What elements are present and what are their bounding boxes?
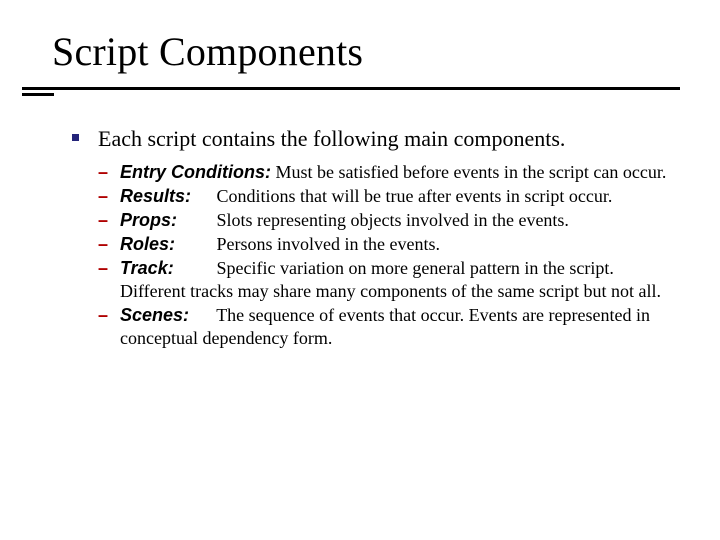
dash-icon: – [98,257,108,280]
sub-bullet: – Track: Specific variation on more gene… [98,257,670,303]
definition: Must be satisfied before events in the s… [276,162,667,182]
term: Track [120,258,168,278]
sub-bullet: – Entry Conditions: Must be satisfied be… [98,161,670,184]
title-underline [52,83,680,95]
dash-icon: – [98,304,108,327]
definition: Conditions that will be true after event… [217,186,613,206]
definition: Slots representing objects involved in t… [217,210,569,230]
sub-bullet: – Props: Slots representing objects invo… [98,209,670,232]
sub-bullet: – Roles: Persons involved in the events. [98,233,670,256]
square-bullet-icon [72,134,79,141]
sub-bullet: – Scenes: The sequence of events that oc… [98,304,670,350]
dash-icon: – [98,185,108,208]
dash-icon: – [98,233,108,256]
slide-title: Script Components [52,28,680,75]
sub-bullet-list: – Entry Conditions: Must be satisfied be… [72,161,670,350]
definition: Persons involved in the events. [217,234,440,254]
term: Scenes [120,305,183,325]
bullet-level1-text: Each script contains the following main … [98,126,565,151]
term: Entry Conditions [120,162,265,182]
term: Roles [120,234,169,254]
term: Props [120,210,171,230]
term: Results [120,186,185,206]
dash-icon: – [98,161,108,184]
slide-body: Each script contains the following main … [72,125,670,351]
sub-bullet: – Results: Conditions that will be true … [98,185,670,208]
bullet-level1: Each script contains the following main … [72,125,670,153]
dash-icon: – [98,209,108,232]
